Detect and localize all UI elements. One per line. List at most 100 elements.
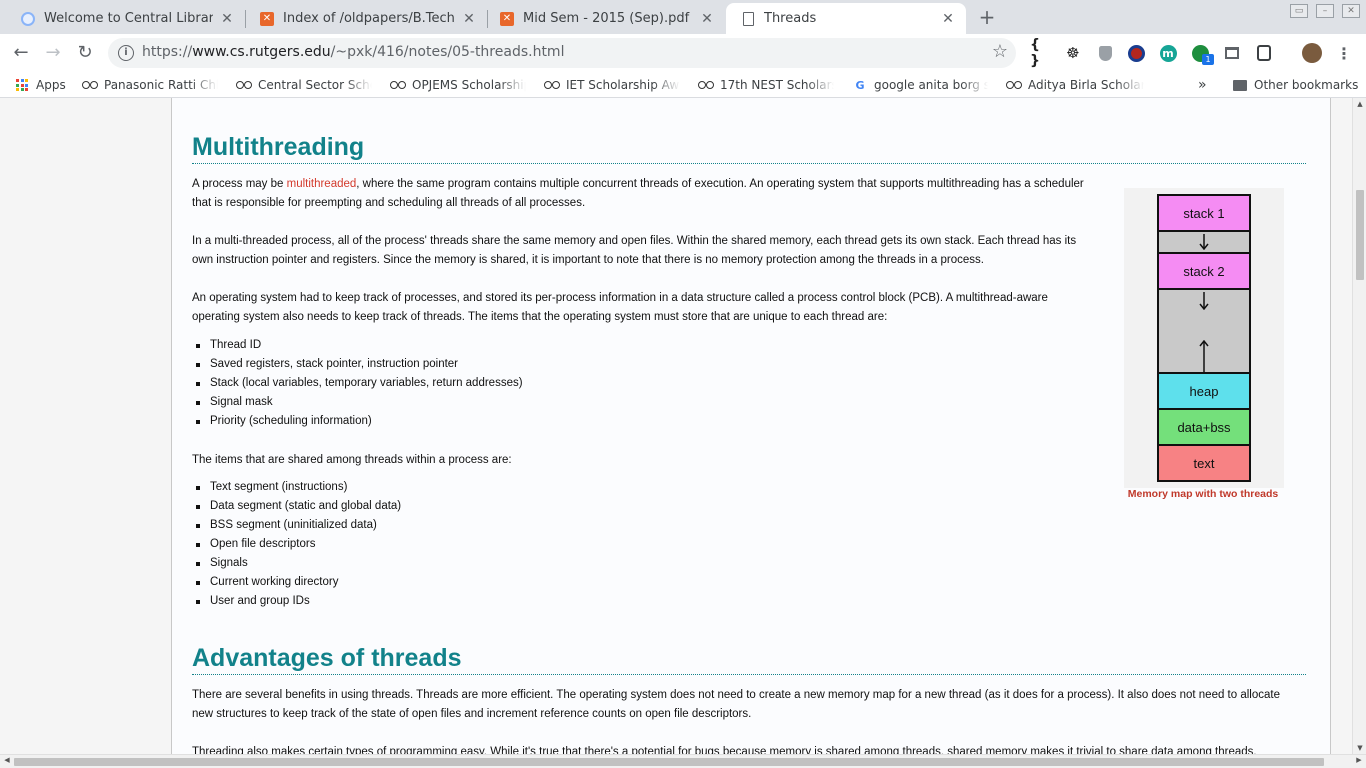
list-item: Signals [192,554,401,573]
list-item: User and group IDs [192,592,401,611]
glasses-icon [544,79,560,91]
paragraph: The items that are shared among threads … [192,454,512,466]
down-arrow-icon [1199,234,1209,250]
memory-segment-stack-1: stack 1 [1157,194,1251,232]
scroll-up-arrow-icon[interactable]: ▲ [1353,100,1366,108]
globe-icon [20,11,36,27]
bookmark-apps[interactable]: Apps [14,76,74,94]
page-body: Multithreading A process may be multithr… [171,98,1331,754]
list-item: Open file descriptors [192,535,401,554]
close-window-icon[interactable]: ✕ [1342,4,1360,18]
list-item: Current working directory [192,573,401,592]
paragraph: A process may be multithreaded, where th… [192,178,1084,209]
list-item: Priority (scheduling information) [192,412,523,431]
bookmark-central-sector[interactable]: Central Sector Schol [236,76,372,94]
bookmark-opjems[interactable]: OPJEMS Scholarship [390,76,526,94]
location-extension-icon[interactable] [1254,43,1274,63]
json-viewer-extension-icon[interactable]: { } [1030,37,1050,69]
paragraph: In a multi-threaded process, all of the … [192,235,1077,266]
memory-segment-data-bss: data+bss [1157,408,1251,446]
bookmark-aditya-birla[interactable]: Aditya Birla Scholars [1006,76,1144,94]
profile-avatar[interactable] [1302,43,1322,63]
bookmark-iet[interactable]: IET Scholarship Awa [544,76,680,94]
forward-button[interactable]: → [40,41,66,65]
memory-segment-free-2 [1157,288,1251,374]
new-tab-button[interactable]: + [976,6,998,28]
close-icon[interactable]: ✕ [940,11,956,27]
tab-title: Welcome to Central Library IIT [44,11,213,26]
google-icon: G [855,78,865,92]
tab-index-oldpapers[interactable]: ✕ Index of /oldpapers/B.Tech/CS/ ✕ [245,3,487,34]
glasses-icon [390,79,406,91]
horizontal-scrollbar[interactable]: ◀ ▶ [0,754,1366,768]
heading-multithreading: Multithreading [192,133,1306,164]
tab-title: Threads [764,11,817,26]
paragraph: There are several benefits in using thre… [192,689,1280,720]
bookmark-anita-borg[interactable]: G google anita borg sc [852,76,988,94]
gnome-extension-icon[interactable]: ☸ [1063,43,1083,63]
bookmark-nest[interactable]: 17th NEST Scholarsh [698,76,834,94]
glasses-icon [698,79,714,91]
tab-midsem-pdf[interactable]: ✕ Mid Sem - 2015 (Sep).pdf ✕ [487,3,725,34]
address-bar[interactable]: i https://www.cs.rutgers.edu/~pxk/416/no… [108,38,1016,68]
glasses-icon [82,79,98,91]
scroll-thumb[interactable] [14,758,1324,766]
url-text[interactable]: https://www.cs.rutgers.edu/~pxk/416/note… [142,44,564,60]
close-icon[interactable]: ✕ [699,11,715,27]
scroll-down-arrow-icon[interactable]: ▼ [1353,744,1366,752]
apps-grid-icon [14,79,30,91]
bookmarks-overflow-button[interactable]: » [1198,76,1212,94]
folder-icon [1232,79,1248,91]
tab-threads[interactable]: Threads ✕ [726,3,966,34]
reload-button[interactable]: ↻ [72,41,98,65]
menu-icon[interactable]: ⋮ [1334,43,1354,63]
heading-advantages: Advantages of threads [192,644,1306,675]
tab-title: Mid Sem - 2015 (Sep).pdf [523,11,690,26]
glasses-icon [1006,79,1022,91]
shared-items-list: Text segment (instructions) Data segment… [192,478,401,611]
site-info-icon[interactable]: i [118,45,134,61]
up-arrow-icon [1199,340,1209,372]
back-button[interactable]: ← [8,41,34,65]
multithreaded-link[interactable]: multithreaded [287,178,357,190]
list-item: Text segment (instructions) [192,478,401,497]
list-item: Data segment (static and global data) [192,497,401,516]
memory-map-figure: stack 1 stack 2 heap data+bss text [1124,188,1284,488]
bookmark-panasonic[interactable]: Panasonic Ratti Chha [82,76,218,94]
scroll-thumb[interactable] [1356,190,1364,280]
xampp-icon: ✕ [499,11,515,27]
minimize-window-icon[interactable]: – [1316,4,1334,18]
tab-central-library[interactable]: Welcome to Central Library IIT ✕ [0,3,245,34]
list-item: Thread ID [192,336,523,355]
xampp-icon: ✕ [259,11,275,27]
glasses-icon [236,79,252,91]
list-item: Saved registers, stack pointer, instruct… [192,355,523,374]
tab-title: Index of /oldpapers/B.Tech/CS/ [283,11,455,26]
restore-window-icon[interactable]: ▭ [1290,4,1308,18]
vertical-scrollbar[interactable]: ▲ ▼ [1352,98,1366,754]
tab-strip: Welcome to Central Library IIT ✕ ✕ Index… [0,0,1366,34]
other-bookmarks-folder[interactable]: Other bookmarks [1232,76,1358,94]
page-viewport: Multithreading A process may be multithr… [0,98,1352,754]
paragraph: An operating system had to keep track of… [192,292,1048,323]
bookmark-star-icon[interactable]: ☆ [992,41,1008,62]
m-extension-icon[interactable]: m [1158,43,1178,63]
blocker-extension-icon[interactable] [1126,43,1146,63]
memory-segment-heap: heap [1157,372,1251,410]
scroll-left-arrow-icon[interactable]: ◀ [0,756,14,764]
list-item: BSS segment (uninitialized data) [192,516,401,535]
bookmarks-bar: Apps Panasonic Ratti Chha Central Sector… [0,72,1366,98]
scroll-right-arrow-icon[interactable]: ▶ [1352,756,1366,764]
shield-extension-icon[interactable] [1095,43,1115,63]
close-icon[interactable]: ✕ [461,11,477,27]
memory-segment-stack-2: stack 2 [1157,252,1251,290]
list-item: Signal mask [192,393,523,412]
paragraph: Threading also makes certain types of pr… [192,746,1257,754]
memory-segment-free-1 [1157,230,1251,254]
notification-badge: 1 [1202,54,1214,65]
document-icon [740,11,756,27]
close-icon[interactable]: ✕ [219,11,235,27]
reader-extension-icon[interactable] [1222,43,1242,63]
down-arrow-icon [1199,292,1209,310]
memory-segment-text: text [1157,444,1251,482]
